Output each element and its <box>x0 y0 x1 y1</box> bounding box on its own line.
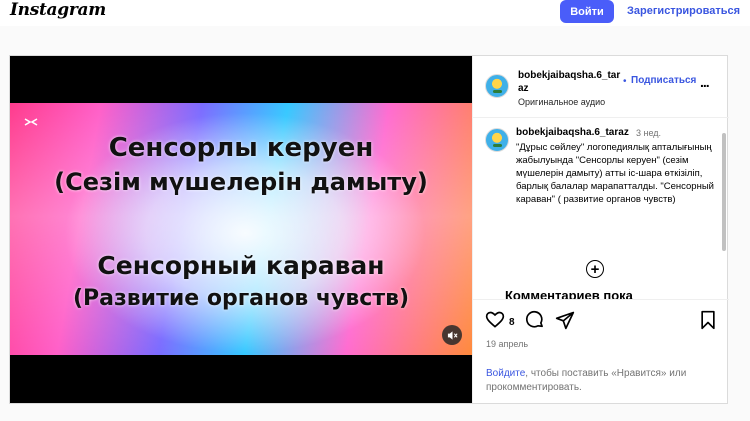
no-comments-text: Комментариев пока <box>505 288 633 300</box>
comment-icon[interactable] <box>525 310 545 335</box>
scrollbar-thumb[interactable] <box>722 133 726 251</box>
video-subtitle-kazakh: (Сезім мүшелерін дамыту) <box>54 168 428 196</box>
more-options-icon[interactable]: ... <box>700 74 710 90</box>
heart-icon[interactable] <box>485 310 505 335</box>
caption-text: "Дұрыс сөйлеу" логопедиялық апталығының … <box>516 142 714 205</box>
avatar[interactable] <box>485 128 509 152</box>
bookmark-icon[interactable] <box>699 310 717 335</box>
avatar[interactable] <box>485 74 509 98</box>
login-button[interactable]: Войти <box>560 0 614 23</box>
audio-label[interactable]: Оригинальное аудио <box>518 97 605 107</box>
like-count[interactable]: 8 <box>509 317 515 328</box>
scrollbar[interactable] <box>721 133 727 298</box>
video-subtitle-russian: (Развитие органов чувств) <box>72 286 410 311</box>
login-link[interactable]: Войдите <box>486 368 525 379</box>
follow-button[interactable]: Подписаться <box>631 75 696 86</box>
action-bar: 8 <box>473 306 729 338</box>
video-title-kazakh: Сенсорлы керуен <box>108 133 374 163</box>
comments-section: bobekjaibaqsha.6_taraz 3 нед. "Дұрыс сөй… <box>473 118 729 300</box>
post-media[interactable]: Сенсорлы керуен (Сезім мүшелерін дамыту)… <box>10 56 472 403</box>
post-sidebar: bobekjaibaqsha.6_taraz • Подписаться Ори… <box>472 56 729 403</box>
login-prompt: Войдите, чтобы поставить «Нравится» или … <box>486 367 722 395</box>
signup-link[interactable]: Зарегистрироваться <box>627 5 740 17</box>
speaker-muted-icon[interactable] <box>442 325 462 345</box>
video-title-russian: Сенсорный караван <box>97 251 385 280</box>
load-more-comments-icon[interactable]: + <box>586 260 604 278</box>
separator-dot: • <box>623 76 627 87</box>
post-header: bobekjaibaqsha.6_taraz • Подписаться Ори… <box>473 56 729 118</box>
post-card: Сенсорлы керуен (Сезім мүшелерін дамыту)… <box>9 55 729 404</box>
post-username[interactable]: bobekjaibaqsha.6_taraz <box>518 69 623 95</box>
capcut-logo-icon <box>24 117 40 129</box>
top-bar: Instagram Войти Зарегистрироваться <box>0 0 750 26</box>
video-frame[interactable]: Сенсорлы керуен (Сезім мүшелерін дамыту)… <box>10 103 472 355</box>
share-icon[interactable] <box>555 310 575 335</box>
caption-username[interactable]: bobekjaibaqsha.6_taraz <box>516 127 629 138</box>
post-date[interactable]: 19 апрель <box>486 339 528 349</box>
instagram-logo[interactable]: Instagram <box>10 0 106 20</box>
caption-timestamp: 3 нед. <box>636 128 662 138</box>
